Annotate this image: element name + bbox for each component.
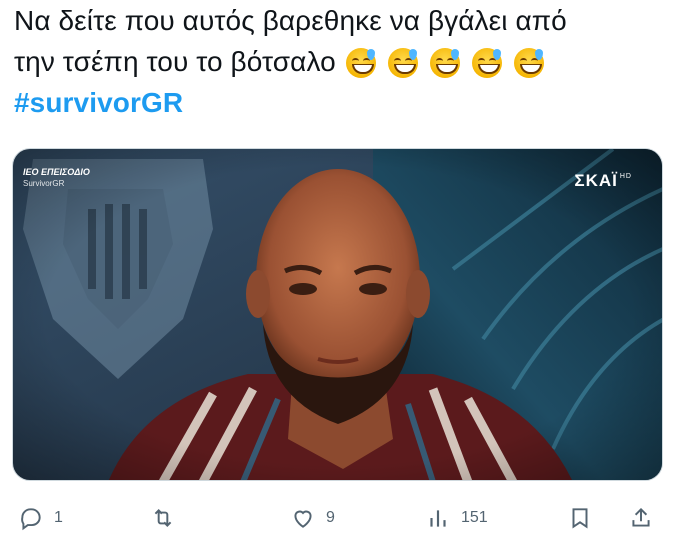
share-icon: [632, 507, 650, 527]
media-photo: [13, 149, 662, 480]
tweet-line-1: Να δείτε που αυτός βαρεθηκε να βγάλει απ…: [14, 5, 567, 36]
grinning-sweat-emoji-icon: [429, 48, 460, 79]
heart-icon: [294, 510, 312, 528]
views-count: 151: [461, 509, 488, 526]
reply-button[interactable]: 1: [18, 505, 63, 531]
episode-overlay-subtitle: SurvivorGR: [23, 179, 65, 188]
tweet-action-bar: 1 9 151: [0, 505, 700, 535]
tweet-line-2: την τσέπη του το βότσαλο: [14, 41, 694, 82]
grinning-sweat-emoji-icon: [345, 48, 376, 79]
reply-count: 1: [54, 509, 63, 526]
grinning-sweat-emoji-icon: [471, 48, 502, 79]
tweet-line-2-text: την τσέπη του το βότσαλο: [14, 46, 336, 77]
share-button[interactable]: [628, 505, 654, 531]
reply-icon: [21, 508, 41, 531]
episode-overlay: ΙΕΟ ΕΠΕΙΣΟΔΙΟ SurvivorGR: [23, 167, 90, 189]
channel-logo-name: ΣΚΑΪ: [574, 171, 618, 190]
channel-logo-hd: HD: [619, 173, 632, 180]
hashtag-link[interactable]: #survivorGR: [14, 87, 183, 118]
views-chart-icon: [430, 510, 446, 527]
tweet-line-3: #survivorGR: [14, 82, 694, 123]
like-button[interactable]: 9: [290, 505, 335, 531]
retweet-button[interactable]: [150, 505, 186, 531]
views-button[interactable]: 151: [425, 505, 488, 531]
tweet-text: Να δείτε που αυτός βαρεθηκε να βγάλει απ…: [14, 0, 694, 123]
like-count: 9: [326, 509, 335, 526]
emoji-row: [345, 43, 556, 84]
bookmark-icon: [572, 508, 588, 529]
episode-overlay-title: ΙΕΟ ΕΠΕΙΣΟΔΙΟ: [23, 167, 90, 177]
grinning-sweat-emoji-icon: [387, 48, 418, 79]
tweet-media-image[interactable]: ΙΕΟ ΕΠΕΙΣΟΔΙΟ SurvivorGR ΣΚΑΪ HD: [12, 148, 663, 481]
channel-logo: ΣΚΑΪ HD: [574, 171, 632, 191]
bookmark-button[interactable]: [567, 505, 593, 531]
grinning-sweat-emoji-icon: [513, 48, 544, 79]
retweet-icon: [154, 509, 172, 527]
